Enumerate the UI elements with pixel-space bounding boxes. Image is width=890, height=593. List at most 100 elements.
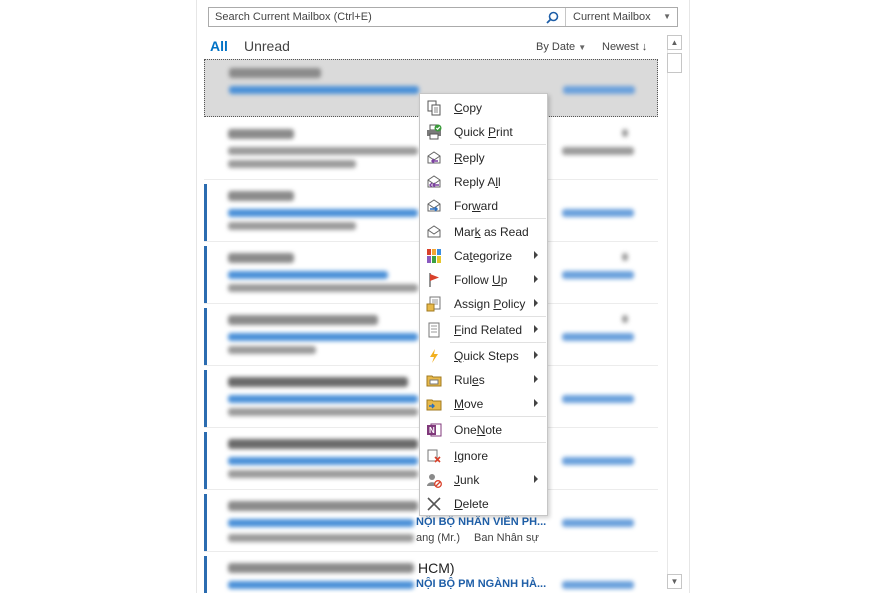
blurred-preview (228, 284, 418, 292)
menu-item-label: Junk (454, 473, 480, 487)
reply-all-icon (427, 175, 441, 188)
sort-by-dropdown[interactable]: By Date ▼ (536, 41, 586, 53)
reply-icon (427, 151, 441, 164)
scroll-up-button[interactable]: ▲ (667, 35, 682, 50)
chevron-down-icon: ▼ (670, 577, 679, 586)
filter-unread-tab[interactable]: Unread (244, 38, 290, 54)
blurred-count (622, 129, 628, 137)
blurred-sender (228, 315, 378, 325)
search-scope-label: Current Mailbox (573, 11, 651, 23)
menu-separator (450, 316, 546, 317)
menu-item-copy[interactable]: Copy (421, 96, 546, 120)
menu-separator (450, 416, 546, 417)
menu-item-label: Quick Steps (454, 349, 519, 363)
scroll-down-button[interactable]: ▼ (667, 574, 682, 589)
menu-item-follow-up[interactable]: Follow Up (421, 268, 546, 292)
message-subject: NỘI BỘ NHÂN VIÊN PH... (416, 516, 547, 528)
blurred-date (562, 395, 634, 403)
search-input[interactable] (209, 8, 539, 26)
blurred-sender (228, 253, 294, 263)
blurred-sender (228, 191, 294, 201)
menu-separator (450, 144, 546, 145)
blurred-sender (228, 377, 408, 387)
blurred-preview (228, 346, 316, 354)
sort-order-toggle[interactable]: Newest ↓ (602, 41, 647, 53)
menu-item-find-related[interactable]: Find Related (421, 318, 546, 342)
lightning-icon (430, 349, 438, 363)
blurred-date (562, 457, 634, 465)
blurred-subject (228, 395, 418, 403)
submenu-arrow-icon (534, 275, 538, 283)
mark-read-icon (427, 225, 441, 238)
message-subject: NỘI BỘ PM NGÀNH HÀ... (416, 578, 547, 590)
chevron-up-icon: ▲ (670, 38, 679, 47)
menu-item-quick-steps[interactable]: Quick Steps (421, 344, 546, 368)
menu-item-reply-all[interactable]: Reply All (421, 170, 546, 194)
copy-icon (427, 100, 441, 116)
menu-separator (450, 218, 546, 219)
delete-icon (427, 497, 441, 511)
blurred-sender (228, 129, 294, 139)
menu-item-label: Delete (454, 497, 489, 511)
blurred-sender (228, 501, 418, 511)
menu-item-move[interactable]: Move (421, 392, 546, 416)
menu-item-mark-as-read[interactable]: Mark as Read (421, 220, 546, 244)
blurred-preview (228, 470, 418, 478)
quick-print-icon (427, 124, 442, 140)
menu-item-label: Quick Print (454, 125, 513, 139)
blurred-count (622, 253, 628, 261)
blurred-date (563, 86, 635, 94)
message-item[interactable]: HCM) NỘI BỘ PM NGÀNH HÀ... (204, 556, 658, 593)
search-button[interactable] (539, 8, 565, 26)
blurred-preview (228, 408, 418, 416)
menu-item-label: Find Related (454, 323, 523, 337)
blurred-preview (228, 534, 414, 542)
scrollbar-track[interactable] (667, 35, 682, 589)
blurred-preview (228, 160, 356, 168)
blurred-subject (228, 333, 418, 341)
filter-all-tab[interactable]: All (210, 38, 228, 54)
menu-item-categorize[interactable]: Categorize (421, 244, 546, 268)
submenu-arrow-icon (534, 299, 538, 307)
blurred-subject (228, 457, 418, 465)
search-bar: Current Mailbox ▼ (208, 7, 678, 27)
menu-item-forward[interactable]: Forward (421, 194, 546, 218)
menu-item-delete[interactable]: Delete (421, 492, 546, 516)
chevron-down-icon: ▼ (578, 43, 587, 52)
menu-item-ignore[interactable]: Ignore (421, 444, 546, 468)
message-sender: HCM) (418, 560, 455, 576)
menu-item-junk[interactable]: Junk (421, 468, 546, 492)
blurred-preview (228, 222, 356, 230)
sort-order-label: Newest (602, 41, 639, 53)
scrollbar-thumb[interactable] (667, 53, 682, 73)
menu-item-assign-policy[interactable]: Assign Policy (421, 292, 546, 316)
blurred-date (562, 519, 634, 527)
menu-item-label: Copy (454, 101, 483, 115)
menu-item-onenote[interactable]: N OneNote (421, 418, 546, 442)
move-folder-icon (426, 399, 442, 411)
message-preview-sender: ang (Mr.) (416, 532, 461, 544)
submenu-arrow-icon (534, 399, 538, 407)
blurred-sender (228, 439, 418, 449)
menu-item-rules[interactable]: Rules (421, 368, 546, 392)
find-related-icon (428, 322, 440, 338)
menu-item-label: Categorize (454, 249, 513, 263)
context-menu: Copy Quick Print Reply Reply All Forward… (419, 93, 548, 516)
forward-icon (427, 199, 441, 212)
menu-item-reply[interactable]: Reply (421, 146, 546, 170)
search-scope-dropdown[interactable]: Current Mailbox ▼ (566, 8, 677, 26)
menu-item-label: OneNote (454, 423, 503, 437)
sort-by-label: By Date (536, 41, 576, 53)
blurred-sender (229, 68, 321, 78)
menu-separator (450, 342, 546, 343)
svg-text:N: N (429, 426, 435, 435)
menu-item-label: Ignore (454, 449, 489, 463)
menu-item-label: Follow Up (454, 273, 508, 287)
blurred-count (622, 315, 628, 323)
submenu-arrow-icon (534, 251, 538, 259)
menu-separator (450, 442, 546, 443)
menu-item-quick-print[interactable]: Quick Print (421, 120, 546, 144)
blurred-subject (228, 209, 418, 217)
junk-icon (427, 474, 442, 488)
submenu-arrow-icon (534, 475, 538, 483)
